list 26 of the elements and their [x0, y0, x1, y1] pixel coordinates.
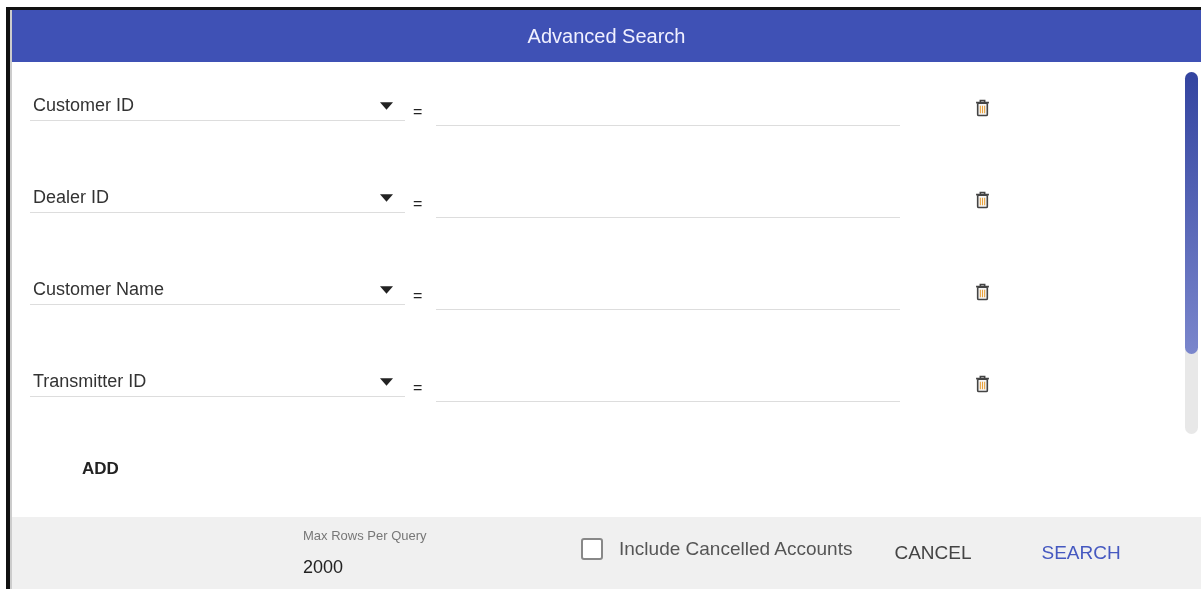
checkbox[interactable]	[581, 538, 603, 560]
checkbox-label: Include Cancelled Accounts	[619, 538, 853, 560]
field-label: Max Rows Per Query	[303, 528, 428, 543]
search-button[interactable]: SEARCH	[1033, 536, 1129, 570]
caret-icon	[380, 377, 393, 386]
scrollbar-thumb[interactable]	[1185, 72, 1198, 355]
field-dropdown[interactable]: Customer Name	[30, 279, 405, 305]
operator-label: =	[413, 379, 423, 397]
field-dropdown[interactable]: Transmitter ID	[30, 371, 405, 397]
scrollbar[interactable]	[1185, 72, 1198, 434]
trash-icon	[975, 375, 991, 393]
caret-icon	[380, 101, 393, 110]
cancel-button[interactable]: CANCEL	[886, 536, 980, 570]
operator-label: =	[413, 195, 423, 213]
trash-icon	[975, 191, 991, 209]
caret-icon	[380, 285, 393, 294]
dialog-title: Advanced Search	[527, 24, 686, 48]
trash-icon	[975, 99, 991, 117]
field-dropdown[interactable]: Customer ID	[30, 95, 405, 121]
caret-icon	[380, 193, 393, 202]
trash-icon	[975, 283, 991, 301]
field-dropdown[interactable]: Dealer ID	[30, 187, 405, 213]
operator-label: =	[413, 287, 423, 305]
operator-label: =	[413, 103, 423, 121]
add-button[interactable]: ADD	[82, 455, 119, 483]
max-rows-field[interactable]: 2000	[303, 557, 453, 578]
